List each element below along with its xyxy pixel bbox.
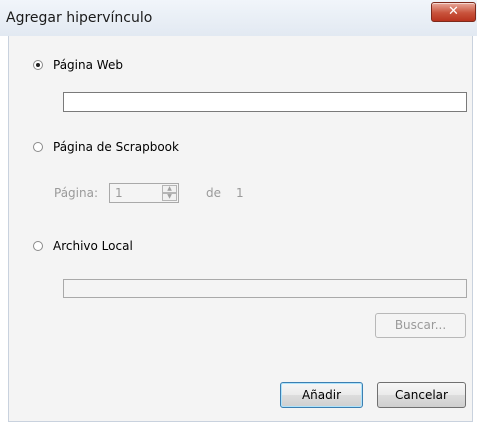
of-label: de (206, 186, 221, 200)
close-icon: ✕ (448, 4, 459, 19)
radio-scrapbook-page[interactable]: Página de Scrapbook (33, 140, 233, 156)
url-input[interactable] (63, 92, 467, 112)
close-button[interactable]: ✕ (431, 2, 476, 22)
title-bar: Agregar hipervínculo ✕ (0, 0, 477, 36)
radio-web-page-label: Página Web (53, 58, 123, 72)
spin-down-button[interactable]: ▼ (162, 193, 177, 201)
radio-local-file[interactable]: Archivo Local (33, 239, 193, 255)
cancel-button[interactable]: Cancelar (377, 382, 466, 408)
dialog-title: Agregar hipervínculo (6, 10, 153, 26)
dialog-body: Página Web Página de Scrapbook Página: 1… (8, 36, 473, 422)
page-spinner-value: 1 (115, 186, 123, 200)
radio-web-page[interactable]: Página Web (33, 58, 193, 74)
radio-web-page-indicator[interactable] (33, 60, 43, 70)
spin-up-button[interactable]: ▲ (162, 185, 177, 193)
radio-scrapbook-page-label: Página de Scrapbook (53, 140, 179, 154)
page-label: Página: (54, 186, 99, 200)
browse-button[interactable]: Buscar... (375, 313, 466, 338)
radio-local-file-label: Archivo Local (53, 239, 133, 253)
radio-local-file-indicator[interactable] (33, 241, 43, 251)
total-pages: 1 (236, 186, 244, 200)
local-file-path-input[interactable] (63, 279, 467, 298)
add-button[interactable]: Añadir (280, 382, 363, 408)
radio-scrapbook-page-indicator[interactable] (33, 142, 43, 152)
page-spinner[interactable]: 1 ▲ ▼ (109, 183, 179, 203)
